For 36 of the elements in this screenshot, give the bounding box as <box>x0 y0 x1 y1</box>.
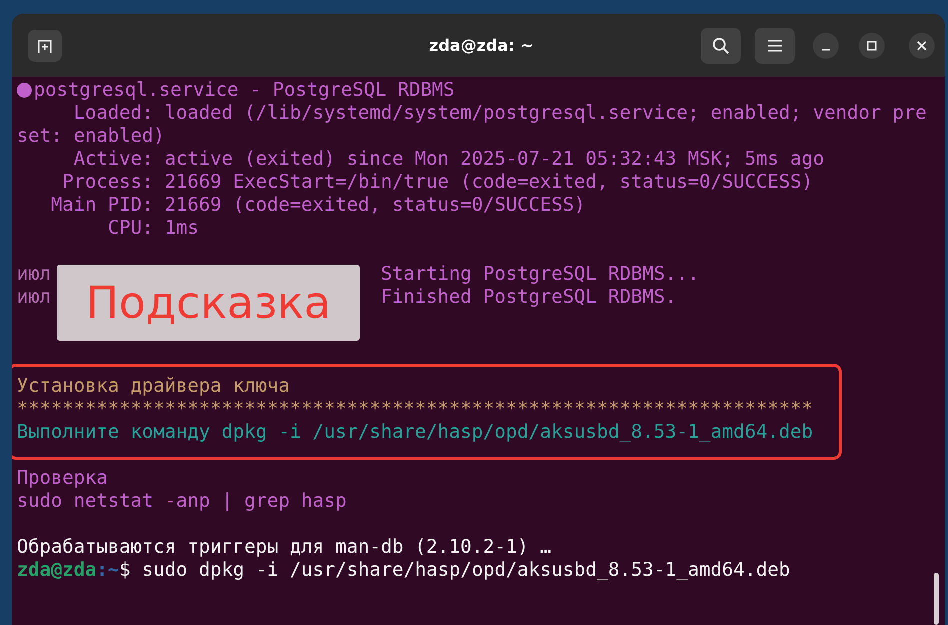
close-button[interactable] <box>909 32 935 58</box>
terminal-line: postgresql.service - PostgreSQL RDBMS <box>34 79 455 102</box>
terminal-line: ********************************************************************** <box>17 398 814 421</box>
menu-icon <box>768 40 782 52</box>
journal-month: июл <box>17 263 52 286</box>
window-title: zda@zda: ~ <box>428 36 535 55</box>
minimize-button[interactable] <box>813 32 839 58</box>
maximize-icon <box>867 40 877 50</box>
scrollbar <box>934 573 939 625</box>
terminal-line: Starting PostgreSQL RDBMS... <box>380 263 700 286</box>
prompt-path: :~ <box>96 559 120 582</box>
terminal-line: set: enabled) <box>17 125 165 148</box>
terminal-line: Process: 21669 ExecStart=/bin/true (code=exited, status=0/SUCCESS) <box>61 171 814 194</box>
search-icon <box>712 36 730 54</box>
menu-button[interactable] <box>755 28 795 64</box>
maximize-button[interactable] <box>859 32 885 58</box>
status-dot-icon <box>17 83 32 98</box>
terminal-line: Main PID: 21669 (code=exited, status=0/SUCCESS) <box>50 194 586 217</box>
prompt-user: zda@zda <box>17 559 97 582</box>
terminal-line: sudo netstat -anp | grep hasp <box>17 490 347 513</box>
terminal-line: Выполните команду dpkg -i /usr/share/hasp/opd/aksusbd_8.53-1_amd64.deb <box>17 421 814 444</box>
terminal-line: Проверка <box>17 467 108 490</box>
close-icon <box>917 40 927 50</box>
minimize-icon <box>821 48 831 50</box>
terminal-line: Active: active (exited) since Mon 2025-07-21 05:32:43 MSK; 5ms ago <box>72 148 824 171</box>
terminal-line: CPU: 1ms <box>106 217 199 240</box>
terminal-line: Обрабатываются триггеры для man-db (2.10.2-1) … <box>17 536 552 559</box>
hint-label: Подсказка <box>57 265 360 341</box>
search-button[interactable] <box>701 28 741 64</box>
journal-month: июл <box>17 286 52 309</box>
new-tab-button[interactable] <box>28 30 62 62</box>
terminal-line: Loaded: loaded (/lib/systemd/system/postgresql.service; enabled; vendor pre <box>72 102 927 125</box>
terminal-line: $ sudo dpkg -i /usr/share/hasp/opd/aksusbd_8.53-1_amd64.deb <box>119 559 790 582</box>
terminal-line: Finished PostgreSQL RDBMS. <box>380 286 677 309</box>
terminal-line: Установка драйвера ключа <box>17 375 290 398</box>
new-tab-icon <box>37 38 53 54</box>
